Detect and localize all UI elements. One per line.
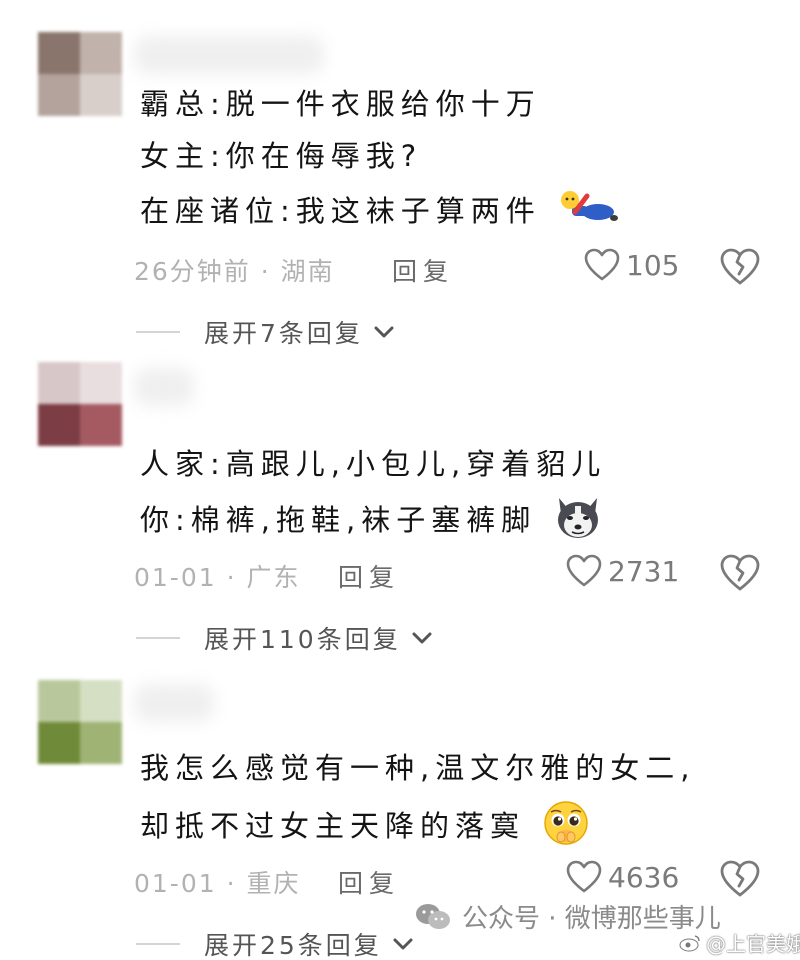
meta-separator: ·	[226, 563, 237, 592]
comment-time: 01-01	[134, 869, 217, 898]
like-button[interactable]: 4636	[566, 860, 679, 894]
comment-text: 你:棉裤,拖鞋,袜子塞裤脚	[140, 503, 537, 537]
comment-text-line: 我怎么感觉有一种,温文尔雅的女二,	[140, 751, 696, 785]
weibo-watermark: @上官美娥	[678, 928, 800, 957]
like-count: 2731	[608, 554, 680, 588]
comment-text: 却抵不过女主天降的落寞	[140, 809, 526, 843]
wechat-icon	[416, 903, 450, 929]
comment-meta: 01-01 · 广东	[134, 558, 301, 594]
comment-location: 广东	[246, 563, 301, 592]
heart-outline-icon	[566, 554, 602, 587]
expand-divider	[136, 943, 180, 945]
like-count: 4636	[608, 860, 680, 894]
expand-replies-label: 展开25条回复	[204, 931, 382, 960]
broken-heart-icon	[720, 554, 760, 591]
comment-text-line: 你:棉裤,拖鞋,袜子塞裤脚	[140, 494, 603, 550]
chevron-down-icon	[412, 632, 432, 644]
meta-separator: ·	[226, 869, 237, 898]
heart-outline-icon	[566, 860, 602, 893]
username-blurred[interactable]	[134, 368, 194, 406]
chevron-down-icon	[393, 938, 413, 950]
dislike-button[interactable]	[720, 554, 760, 594]
weibo-icon	[679, 934, 700, 951]
comment-meta: 01-01 · 重庆	[134, 864, 301, 900]
like-button[interactable]: 2731	[566, 554, 679, 588]
avatar[interactable]	[38, 362, 122, 446]
avatar[interactable]	[38, 680, 122, 764]
wechat-watermark: 公众号 · 微博那些事儿	[414, 898, 721, 935]
broken-heart-icon	[720, 860, 760, 897]
expand-divider	[136, 637, 180, 639]
weibo-watermark-text: @上官美娥	[706, 932, 800, 956]
reply-button[interactable]: 回复	[338, 558, 400, 594]
username-blurred[interactable]	[134, 684, 214, 722]
expand-replies-label: 展开110条回复	[204, 625, 401, 654]
comment-location: 重庆	[246, 869, 301, 898]
comment-text-line: 却抵不过女主天降的落寞	[140, 800, 590, 856]
expand-replies-button[interactable]: 展开25条回复	[136, 926, 414, 960]
expand-replies-button[interactable]: 展开110条回复	[136, 620, 433, 656]
dislike-button[interactable]	[720, 860, 760, 900]
comment-item: 我怎么感觉有一种,温文尔雅的女二, 却抵不过女主天降的落寞 01-01 · 重庆	[0, 0, 800, 960]
reply-button[interactable]: 回复	[338, 864, 400, 900]
comment-time: 01-01	[134, 563, 217, 592]
comment-text-line: 人家:高跟儿,小包儿,穿着貂儿	[140, 447, 607, 481]
husky-dog-emoji	[553, 494, 603, 550]
pleading-face-emoji	[542, 800, 590, 856]
